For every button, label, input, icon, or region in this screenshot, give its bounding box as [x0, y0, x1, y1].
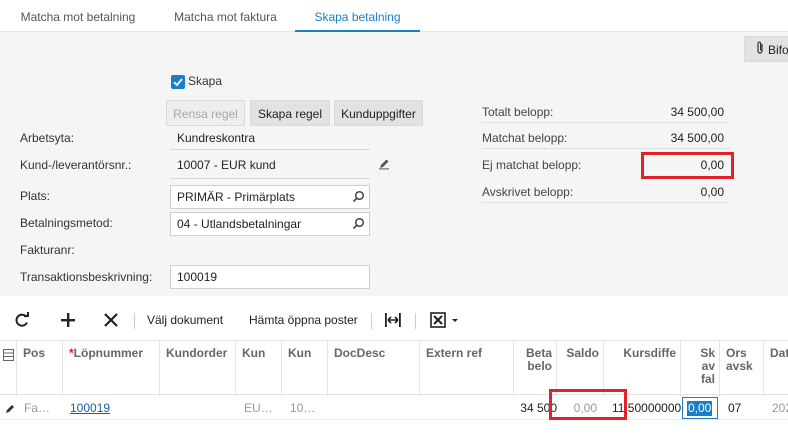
select-document-button[interactable]: Välj dokument [147, 304, 223, 336]
divider [170, 149, 370, 150]
column-header-reason[interactable]: Ors avsk [720, 341, 764, 396]
column-header-customer[interactable]: Kun [236, 341, 282, 396]
tab-match-payment[interactable]: Matcha mot betalning [8, 0, 148, 32]
toolbar-separator [134, 313, 135, 329]
attach-button[interactable]: Bifo [744, 36, 788, 62]
attach-button-label: Bifo [768, 43, 788, 57]
highlight-box [641, 152, 734, 179]
export-excel-icon[interactable] [430, 304, 460, 336]
tab-match-invoice[interactable]: Matcha mot faktura [158, 0, 293, 32]
divider [482, 202, 730, 203]
matched-amount-value: 34 500,00 [670, 131, 724, 145]
divider [170, 178, 370, 179]
form-panel: Bifo Skapa Rensa regel Skapa regel Kundu… [0, 32, 788, 296]
transaction-label: Transaktionsbeskrivning: [20, 270, 153, 284]
tab-bar: Matcha mot betalning Matcha mot faktura … [0, 0, 788, 32]
row-selector-icon[interactable] [0, 341, 17, 396]
location-label: Plats: [20, 189, 51, 203]
payment-method-value: 04 - Utlandsbetalningar [177, 217, 302, 231]
create-checkbox-label: Skapa [188, 74, 223, 88]
checkmark-icon [173, 78, 183, 87]
location-field[interactable]: PRIMÄR - Primärplats [170, 185, 370, 209]
toolbar-separator [415, 313, 416, 329]
cell-customer[interactable]: EU… [244, 396, 273, 420]
add-icon[interactable] [60, 304, 76, 336]
column-header-customer-order[interactable]: Kundorder [160, 341, 236, 396]
search-icon[interactable] [352, 190, 365, 206]
line-number-link[interactable]: 100019 [70, 396, 110, 420]
tab-create-payment[interactable]: Skapa betalning [295, 0, 420, 32]
delete-icon[interactable] [103, 304, 119, 336]
toolbar-separator [371, 313, 372, 329]
create-rule-button[interactable]: Skapa regel [250, 100, 330, 126]
column-header-writeoff[interactable]: Sk av fal [681, 341, 720, 396]
column-header-line-number[interactable]: *Löpnummer [63, 341, 160, 396]
refresh-icon[interactable] [14, 304, 30, 336]
create-checkbox[interactable] [171, 75, 185, 89]
fetch-open-items-button[interactable]: Hämta öppna poster [249, 304, 358, 336]
payment-method-field[interactable]: 04 - Utlandsbetalningar [170, 212, 370, 236]
workspace-value: Kundreskontra [177, 131, 256, 145]
transaction-value: 100019 [177, 270, 218, 284]
row-edit-pencil-icon [5, 396, 15, 420]
unmatched-amount-label: Ej matchat belopp: [482, 158, 582, 172]
payment-method-label: Betalningsmetod: [20, 216, 113, 230]
column-header-payment-amount[interactable]: Beta belo [514, 341, 557, 396]
column-header-external-ref[interactable]: Extern ref [420, 341, 514, 396]
paperclip-icon [755, 38, 765, 64]
column-header-rate-diff[interactable]: Kursdiffe [604, 341, 681, 396]
fit-columns-icon[interactable] [384, 304, 402, 336]
matched-amount-label: Matchat belopp: [482, 131, 568, 145]
workspace-label: Arbetsyta: [20, 131, 75, 145]
divider [482, 148, 730, 149]
written-off-label: Avskrivet belopp: [482, 185, 574, 199]
column-header-line-number-label: Löpnummer [73, 346, 144, 360]
transaction-field[interactable]: 100019 [170, 265, 370, 289]
cell-pos[interactable]: Fa… [24, 396, 62, 420]
total-amount-label: Totalt belopp: [482, 105, 554, 119]
invoice-label: Fakturanr: [20, 243, 75, 257]
writeoff-input-value: 0,00 [687, 401, 713, 416]
table-row[interactable]: Fa… 100019 EU… 10… 34 500 0,00 11,500000… [0, 396, 788, 420]
column-header-doc-desc[interactable]: DocDesc [328, 341, 420, 396]
column-header-customer-name[interactable]: Kun [282, 341, 328, 396]
customer-fees-button[interactable]: Kunduppgifter [334, 100, 423, 126]
column-header-pos[interactable]: Pos [17, 341, 63, 396]
writeoff-input[interactable]: 0,00 [682, 397, 718, 419]
total-amount-value: 34 500,00 [670, 105, 724, 119]
written-off-value: 0,00 [700, 185, 724, 199]
clear-rule-button[interactable]: Rensa regel [166, 100, 245, 126]
cell-reason[interactable]: 07 [728, 396, 741, 420]
location-value: PRIMÄR - Primärplats [177, 190, 296, 204]
column-header-date[interactable]: Dat [764, 341, 788, 396]
cell-date[interactable]: 202 [772, 396, 788, 420]
grid-toolbar: Välj dokument Hämta öppna poster [0, 304, 788, 336]
customer-label: Kund-/leverantörsnr.: [20, 158, 132, 172]
customer-value: 10007 - EUR kund [177, 158, 276, 172]
highlight-box [549, 389, 627, 420]
cell-customer-name[interactable]: 10… [290, 396, 315, 420]
divider [482, 122, 730, 123]
edit-pencil-icon[interactable] [378, 158, 390, 173]
column-header-balance[interactable]: Saldo [557, 341, 604, 396]
search-icon[interactable] [352, 217, 365, 233]
grid-header: Pos *Löpnummer Kundorder Kun Kun DocDesc… [0, 340, 788, 396]
